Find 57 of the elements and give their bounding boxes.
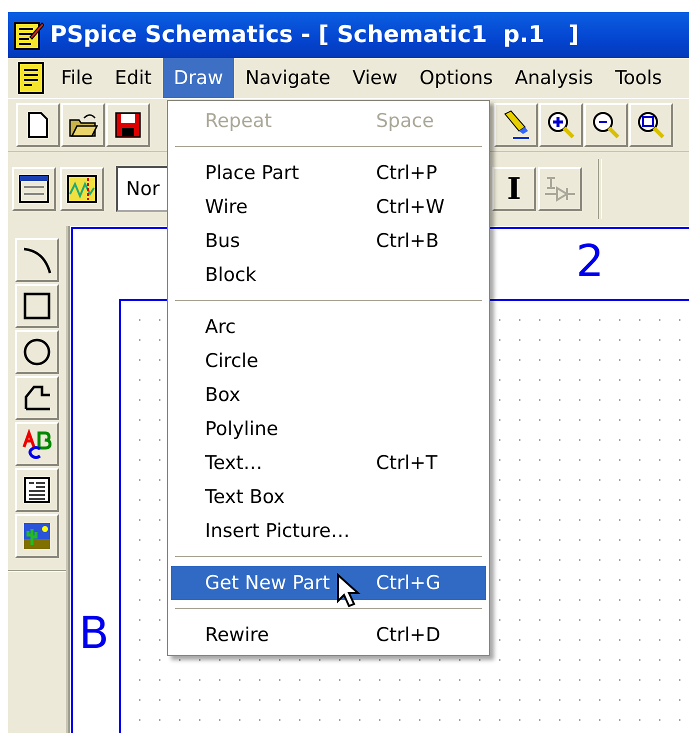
save-button[interactable] (106, 103, 150, 147)
new-file-icon (26, 111, 50, 139)
open-button[interactable] (61, 103, 105, 147)
zoom-in-icon (546, 110, 576, 140)
menu-item[interactable]: Place Part Ctrl+P (171, 156, 486, 190)
circle-icon (22, 337, 52, 367)
new-button[interactable] (16, 103, 60, 147)
properties-button[interactable] (12, 167, 56, 211)
menu-item[interactable]: Text Box (171, 480, 486, 514)
pin-arrow-icon (543, 174, 577, 204)
picture-icon (22, 521, 52, 551)
arc-button[interactable] (15, 238, 59, 282)
waveform-icon (66, 174, 98, 204)
text-tool-button[interactable] (15, 422, 59, 466)
picture-button[interactable] (15, 514, 59, 558)
menu-item[interactable]: Arc (171, 310, 486, 344)
menu-item[interactable]: Edit (104, 58, 163, 98)
app-icon (12, 19, 44, 51)
menu-item[interactable]: Polyline (171, 412, 486, 446)
letters-icon (22, 429, 52, 459)
window-title: PSpice Schematics - [ Schematic1 p.1 ] (50, 22, 579, 48)
zoom-in-button[interactable] (539, 103, 583, 147)
menu-item[interactable]: View (341, 58, 409, 98)
menu-item[interactable]: Circle (171, 344, 486, 378)
text-box-button[interactable] (15, 468, 59, 512)
zoom-out-icon (591, 110, 621, 140)
zoom-out-button[interactable] (584, 103, 628, 147)
menu-item[interactable]: Options (408, 58, 504, 98)
folder-icon (68, 112, 98, 138)
polyline-icon (22, 383, 52, 413)
document-icon (16, 62, 46, 94)
menu-item[interactable]: Insert Picture… (171, 514, 486, 548)
menu-item[interactable]: Box (171, 378, 486, 412)
menu-item[interactable]: Rewire Ctrl+D (171, 618, 486, 652)
menu-item[interactable]: Draw (162, 58, 234, 98)
square-icon (22, 291, 52, 321)
circle-button[interactable] (15, 330, 59, 374)
menu-item[interactable]: File (50, 58, 104, 98)
box-button[interactable] (15, 284, 59, 328)
menu-item[interactable]: Tools (604, 58, 673, 98)
list-window-icon (18, 174, 50, 204)
menu-item[interactable]: Wire Ctrl+W (171, 190, 486, 224)
menu-item[interactable]: Analysis (504, 58, 604, 98)
mouse-pointer-icon (336, 573, 362, 609)
text-button[interactable]: I (492, 167, 536, 211)
zoom-area-icon (636, 110, 666, 140)
text-box-icon (22, 475, 52, 505)
menu-item[interactable]: Bus Ctrl+B (171, 224, 486, 258)
column-label: 2 (576, 236, 604, 287)
menu-item[interactable]: Block (171, 258, 486, 292)
zoom-area-button[interactable] (629, 103, 673, 147)
waveform-button[interactable] (60, 167, 104, 211)
menu-item[interactable]: Navigate (234, 58, 342, 98)
menu-item[interactable]: Text… Ctrl+T (171, 446, 486, 480)
polyline-button[interactable] (15, 376, 59, 420)
row-label: B (78, 608, 110, 659)
highlight-button[interactable] (494, 103, 538, 147)
